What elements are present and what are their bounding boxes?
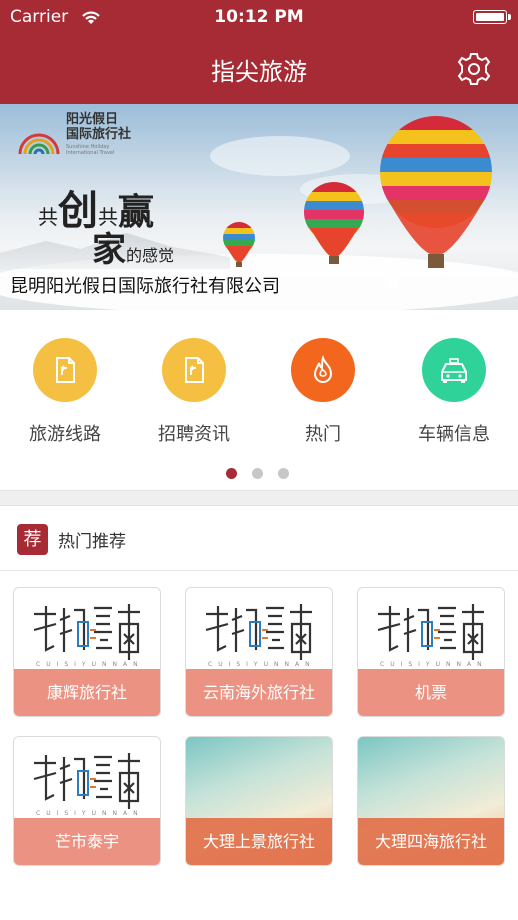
balloon-image [223, 222, 255, 267]
balloon-image [304, 182, 364, 264]
slogan-char: 家 [92, 230, 126, 270]
document-icon [33, 338, 97, 402]
recommend-card[interactable]: CUISIYUNNAN 康辉旅行社 [13, 587, 161, 717]
banner-caption: 昆明阳光假日国际旅行社有限公司 [10, 276, 280, 297]
banner-slogan-line2: 家的感觉 [92, 222, 174, 271]
banner-page-indicator [388, 278, 398, 288]
car-icon [422, 338, 486, 402]
card-label: 芒市泰宇 [14, 818, 160, 865]
yunnan-calligraphy-logo: CUISIYUNNAN [30, 600, 144, 674]
recommend-card[interactable]: 大理四海旅行社 [357, 736, 505, 866]
page-dot[interactable] [252, 468, 263, 479]
gear-icon[interactable] [456, 51, 492, 87]
recommend-card[interactable]: CUISIYUNNAN 云南海外旅行社 [185, 587, 333, 717]
document-icon [162, 338, 226, 402]
svg-text:CUISIYUNNAN: CUISIYUNNAN [36, 810, 144, 817]
recommend-card[interactable]: CUISIYUNNAN 机票 [357, 587, 505, 717]
yunnan-calligraphy-logo: CUISIYUNNAN [30, 749, 144, 823]
quick-item-label: 车辆信息 [418, 424, 490, 445]
recommend-badge: 荐 [17, 524, 48, 555]
nav-bar: 指尖旅游 [0, 36, 518, 104]
slogan-char: 的感觉 [126, 246, 175, 265]
svg-text:CUISIYUNNAN: CUISIYUNNAN [36, 661, 144, 668]
page-indicator[interactable] [226, 464, 304, 483]
slogan-char: 共 [38, 205, 58, 229]
page-title: 指尖旅游 [211, 58, 307, 86]
card-label: 大理四海旅行社 [358, 818, 504, 865]
svg-text:CUISIYUNNAN: CUISIYUNNAN [380, 661, 488, 668]
quick-item-jobs[interactable]: 招聘资讯 [129, 338, 259, 446]
recommend-card[interactable]: CUISIYUNNAN 芒市泰宇 [13, 736, 161, 866]
page-dot[interactable] [278, 468, 289, 479]
quick-item-travel-routes[interactable]: 旅游线路 [0, 338, 130, 446]
quick-item-hot[interactable]: 热门 [258, 338, 388, 446]
flame-icon [291, 338, 355, 402]
quick-item-vehicles[interactable]: 车辆信息 [389, 338, 518, 446]
card-label: 康辉旅行社 [14, 669, 160, 716]
promo-banner[interactable]: 阳光假日 国际旅行社 Sunshine Holiday Internationa… [0, 104, 518, 310]
status-bar: Carrier 10:12 PM [0, 0, 518, 36]
logo-text-line1: 阳光假日 [66, 112, 119, 127]
logo-icon [18, 114, 60, 160]
card-label: 云南海外旅行社 [186, 669, 332, 716]
balloon-image [380, 116, 492, 268]
section-title: 热门推荐 [58, 532, 126, 552]
logo-sub-line2: International Travel [66, 150, 115, 156]
card-label: 机票 [358, 669, 504, 716]
page-dot-active[interactable] [226, 468, 237, 479]
quick-menu: 旅游线路 招聘资讯 热门 车辆信息 [0, 310, 518, 490]
battery-icon [473, 10, 511, 24]
svg-text:CUISIYUNNAN: CUISIYUNNAN [208, 661, 316, 668]
recommend-card[interactable]: 大理上景旅行社 [185, 736, 333, 866]
quick-item-label: 旅游线路 [29, 424, 101, 445]
yunnan-calligraphy-logo: CUISIYUNNAN [202, 600, 316, 674]
quick-item-label: 热门 [305, 424, 341, 445]
section-divider [0, 490, 518, 506]
card-label: 大理上景旅行社 [186, 818, 332, 865]
logo-text-line2: 国际旅行社 [66, 127, 132, 142]
section-header: 荐 热门推荐 [0, 506, 518, 571]
clock: 10:12 PM [214, 7, 304, 27]
yunnan-calligraphy-logo: CUISIYUNNAN [374, 600, 488, 674]
quick-item-label: 招聘资讯 [158, 424, 230, 445]
